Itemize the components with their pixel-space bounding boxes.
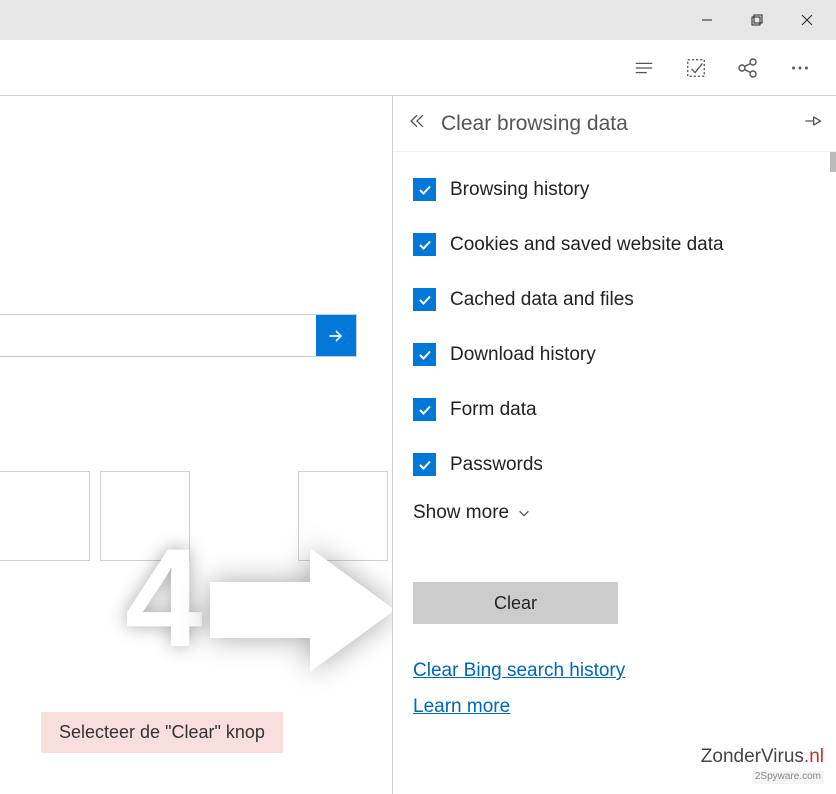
show-more-button[interactable]: Show more (413, 502, 816, 524)
reading-list-icon (633, 57, 655, 79)
learn-more-link[interactable]: Learn more (413, 696, 816, 718)
more-icon (789, 57, 811, 79)
watermark: ZonderVirus.nl 2Spyware.com (701, 747, 824, 784)
checkbox-row[interactable]: Browsing history (413, 178, 816, 201)
arrow-right-icon (210, 540, 400, 680)
pin-icon (802, 111, 822, 131)
check-icon (417, 347, 433, 363)
web-note-icon (685, 57, 707, 79)
search-bar (0, 314, 357, 357)
instruction-caption: Selecteer de "Clear" knop (41, 712, 283, 753)
watermark-brand: ZonderVirus.nl (701, 747, 824, 767)
share-icon (736, 56, 760, 80)
clear-button[interactable]: Clear (413, 582, 618, 624)
share-button[interactable] (722, 40, 774, 96)
clear-data-panel: Clear browsing data Browsing history Coo… (392, 96, 836, 794)
checkbox-checked[interactable] (413, 233, 436, 256)
back-button[interactable] (407, 111, 427, 136)
panel-body: Browsing history Cookies and saved websi… (393, 152, 836, 728)
search-submit-button[interactable] (316, 315, 356, 356)
chevron-double-left-icon (407, 111, 427, 131)
checkbox-label: Download history (450, 344, 596, 366)
checkbox-label: Passwords (450, 454, 543, 476)
maximize-button[interactable] (732, 0, 782, 40)
checkbox-row[interactable]: Download history (413, 343, 816, 366)
checkbox-checked[interactable] (413, 178, 436, 201)
show-more-label: Show more (413, 502, 509, 524)
window-titlebar (0, 0, 836, 40)
check-icon (417, 292, 433, 308)
close-icon (801, 14, 813, 26)
panel-header: Clear browsing data (393, 96, 836, 152)
browser-toolbar (0, 40, 836, 96)
checkbox-row[interactable]: Form data (413, 398, 816, 421)
pin-button[interactable] (802, 111, 822, 136)
check-icon (417, 402, 433, 418)
checkbox-checked[interactable] (413, 288, 436, 311)
checkbox-row[interactable]: Cached data and files (413, 288, 816, 311)
minimize-icon (701, 14, 713, 26)
checkbox-checked[interactable] (413, 398, 436, 421)
arrow-right-icon (326, 326, 346, 346)
check-icon (417, 182, 433, 198)
reading-list-button[interactable] (618, 40, 670, 96)
checkbox-label: Cached data and files (450, 289, 634, 311)
minimize-button[interactable] (682, 0, 732, 40)
checkbox-label: Form data (450, 399, 537, 421)
search-input[interactable] (0, 315, 316, 356)
checkbox-row[interactable]: Cookies and saved website data (413, 233, 816, 256)
checkbox-label: Cookies and saved website data (450, 234, 724, 256)
check-icon (417, 237, 433, 253)
more-button[interactable] (774, 40, 826, 96)
close-button[interactable] (782, 0, 832, 40)
tile-placeholder[interactable] (0, 471, 90, 561)
web-note-button[interactable] (670, 40, 722, 96)
watermark-source: 2Spyware.com (752, 771, 824, 784)
check-icon (417, 457, 433, 473)
checkbox-label: Browsing history (450, 179, 589, 201)
checkbox-row[interactable]: Passwords (413, 453, 816, 476)
checkbox-checked[interactable] (413, 343, 436, 366)
chevron-down-icon (517, 506, 531, 520)
panel-title: Clear browsing data (441, 112, 788, 136)
clear-bing-link[interactable]: Clear Bing search history (413, 660, 816, 682)
maximize-icon (751, 14, 763, 26)
checkbox-checked[interactable] (413, 453, 436, 476)
step-number: 4 (125, 528, 203, 668)
